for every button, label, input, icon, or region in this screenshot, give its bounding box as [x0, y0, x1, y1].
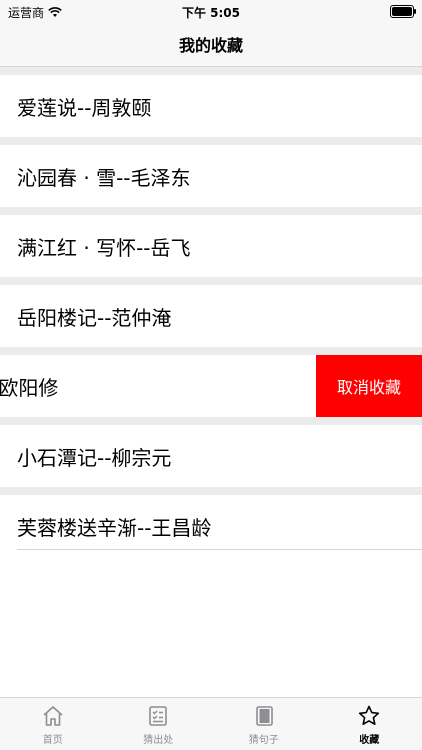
- tab-label: 首页: [42, 735, 63, 746]
- favorite-row[interactable]: 小石潭记--柳宗元: [0, 425, 422, 487]
- favorite-row-swiped[interactable]: --欧阳修 取消收藏: [0, 355, 422, 417]
- checklist-icon: [149, 706, 168, 726]
- row-separator: [0, 277, 422, 285]
- favorite-title: 小石潭记--柳宗元: [17, 445, 172, 470]
- status-time: 下午 5:05: [181, 6, 241, 20]
- favorite-title: 岳阳楼记--范仲淹: [17, 305, 172, 330]
- row-separator: [0, 417, 422, 425]
- favorite-title: 满江红 · 写怀--岳飞: [17, 235, 191, 260]
- row-separator: [0, 347, 422, 355]
- book-icon: [255, 706, 273, 726]
- favorite-title: 芙蓉楼送辛渐--王昌龄: [17, 515, 212, 540]
- row-separator: [0, 207, 422, 215]
- row-separator: [0, 487, 422, 495]
- favorite-row[interactable]: 岳阳楼记--范仲淹: [0, 285, 422, 347]
- star-icon: [359, 705, 380, 725]
- favorite-title: --欧阳修: [0, 375, 59, 400]
- row-separator: [0, 67, 422, 75]
- tab-favorites[interactable]: 收藏: [317, 698, 422, 750]
- tab-label: 收藏: [359, 735, 380, 746]
- page-title: 我的收藏: [178, 36, 243, 55]
- home-icon: [43, 706, 63, 726]
- battery-icon: [390, 5, 416, 18]
- tab-bar: 首页 猜出处 猜句子 收藏: [0, 697, 422, 750]
- tab-guess-source[interactable]: 猜出处: [106, 698, 212, 750]
- favorite-row[interactable]: 沁园春 · 雪--毛泽东: [0, 145, 422, 207]
- favorite-title: 沁园春 · 雪--毛泽东: [17, 165, 191, 190]
- favorite-row[interactable]: 爱莲说--周敦颐: [0, 75, 422, 137]
- favorite-title: 爱莲说--周敦颐: [17, 95, 152, 120]
- row-separator: [0, 137, 422, 145]
- tab-home[interactable]: 首页: [0, 698, 106, 750]
- tab-label: 猜出处: [143, 735, 174, 746]
- status-bar: 运营商 下午 5:05: [0, 0, 422, 22]
- favorite-row[interactable]: 芙蓉楼送辛渐--王昌龄: [0, 495, 422, 557]
- unfavorite-button[interactable]: 取消收藏: [316, 355, 422, 417]
- empty-space: [0, 550, 422, 698]
- nav-bar: 我的收藏: [0, 22, 422, 67]
- tab-guess-sentence[interactable]: 猜句子: [211, 698, 317, 750]
- favorites-list: 爱莲说--周敦颐 沁园春 · 雪--毛泽东 满江红 · 写怀--岳飞 岳阳楼记-…: [0, 67, 422, 557]
- favorite-row[interactable]: 满江红 · 写怀--岳飞: [0, 215, 422, 277]
- tab-label: 猜句子: [248, 735, 279, 746]
